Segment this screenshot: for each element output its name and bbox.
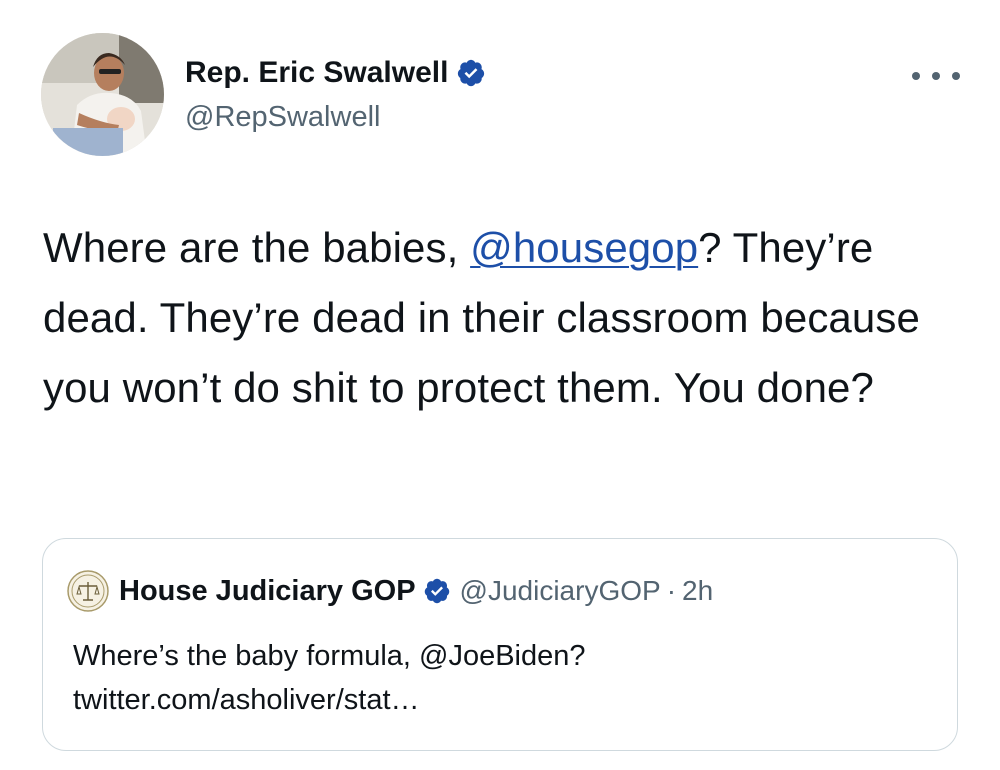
quoted-tweet-timestamp: 2h bbox=[682, 575, 714, 606]
quoted-author-handle: @JudiciaryGOP bbox=[459, 575, 661, 606]
profile-photo-icon bbox=[41, 33, 164, 156]
quoted-author-name: House Judiciary GOP bbox=[119, 574, 416, 607]
more-horizontal-icon bbox=[932, 72, 940, 80]
tweet-text-part: Where are the babies, bbox=[43, 224, 471, 271]
mention-link[interactable]: @housegop bbox=[470, 224, 698, 271]
author-handle[interactable]: @RepSwalwell bbox=[185, 99, 380, 135]
more-horizontal-icon bbox=[952, 72, 960, 80]
verified-badge-icon bbox=[458, 59, 485, 87]
quoted-tweet-text: Where’s the baby formula, @JoeBiden? twi… bbox=[73, 640, 586, 716]
separator-dot: · bbox=[666, 575, 677, 606]
quoted-author-avatar bbox=[67, 570, 109, 612]
more-options-button[interactable] bbox=[912, 62, 960, 90]
scales-of-justice-seal-icon bbox=[67, 570, 109, 612]
author-avatar[interactable] bbox=[41, 33, 164, 156]
quoted-tweet-card[interactable]: House Judiciary GOP @JudiciaryGOP · 2h W… bbox=[42, 538, 958, 751]
more-horizontal-icon bbox=[912, 72, 920, 80]
verified-badge-icon bbox=[424, 578, 449, 604]
tweet-text: Where are the babies, @housegop? They’re… bbox=[43, 213, 973, 423]
author-display-name[interactable]: Rep. Eric Swalwell bbox=[185, 55, 448, 91]
quoted-tweet-header: House Judiciary GOP @JudiciaryGOP · 2h bbox=[67, 570, 714, 612]
author-name-row: Rep. Eric Swalwell bbox=[185, 55, 486, 91]
